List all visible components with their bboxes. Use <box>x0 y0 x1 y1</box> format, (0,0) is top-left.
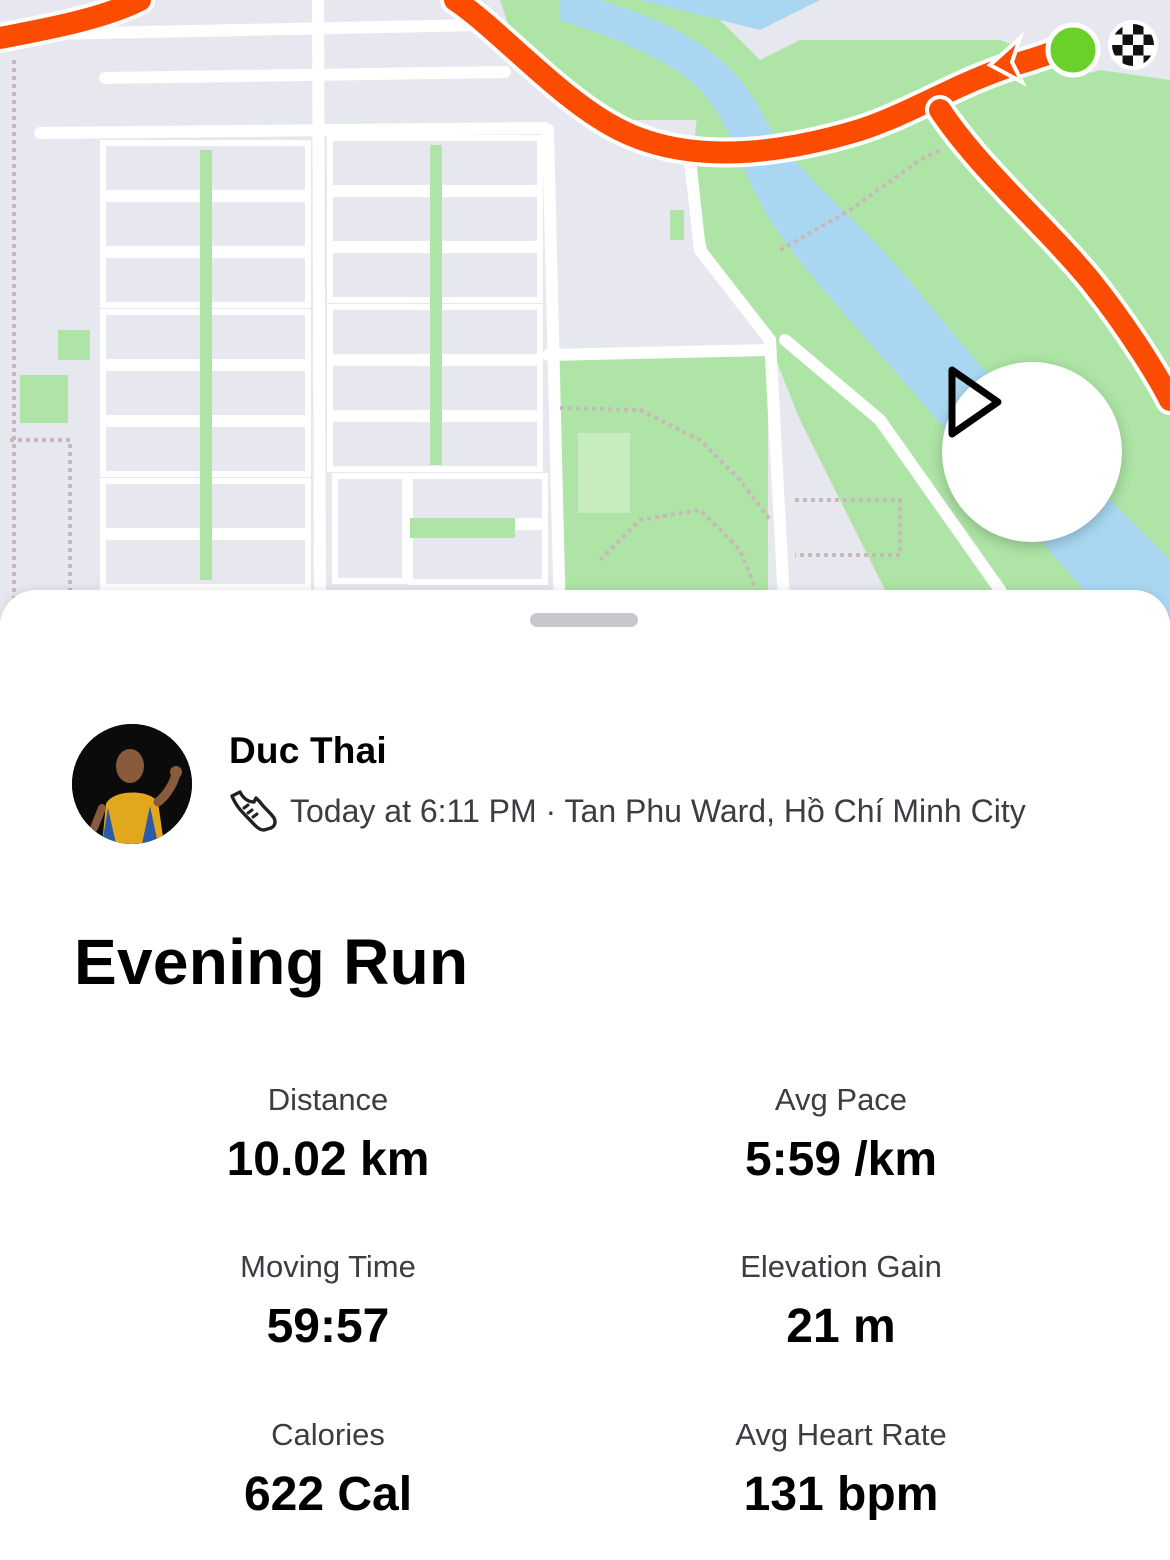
activity-meta-text: Today at 6:11 PM · Tan Phu Ward, Hồ Chí … <box>290 792 1026 829</box>
stat-value: 5:59 /km <box>744 1133 938 1186</box>
activity-title: Evening Run <box>74 926 469 998</box>
stat-label: Elevation Gain <box>740 1249 942 1284</box>
stat-label: Moving Time <box>240 1249 416 1284</box>
stat-label: Distance <box>267 1082 389 1117</box>
stat-value: 21 m <box>786 1300 896 1353</box>
route-map[interactable] <box>0 0 1170 620</box>
play-icon <box>948 366 1002 438</box>
stat-label: Calories <box>271 1417 385 1452</box>
stat-label: Avg Pace <box>774 1082 908 1117</box>
avatar[interactable] <box>72 724 192 844</box>
stat-elevation-gain: Elevation Gain 21 m <box>601 1247 1081 1355</box>
athlete-name[interactable]: Duc Thai <box>229 730 387 772</box>
replay-button[interactable] <box>942 362 1122 542</box>
stat-value: 131 bpm <box>743 1468 939 1521</box>
running-shoe-icon <box>230 790 277 832</box>
stat-avg-pace: Avg Pace 5:59 /km <box>601 1080 1081 1188</box>
stat-calories: Calories 622 Cal <box>88 1415 568 1523</box>
stat-avg-heart-rate: Avg Heart Rate 131 bpm <box>601 1415 1081 1523</box>
activity-sheet: Duc Thai Today at 6:11 PM · Tan Phu Ward… <box>0 590 1170 1560</box>
stat-label: Avg Heart Rate <box>735 1417 947 1452</box>
stat-distance: Distance 10.02 km <box>88 1080 568 1188</box>
activity-meta: Today at 6:11 PM · Tan Phu Ward, Hồ Chí … <box>226 788 1026 834</box>
stat-value: 622 Cal <box>243 1468 413 1521</box>
stat-moving-time: Moving Time 59:57 <box>88 1247 568 1355</box>
sheet-grabber[interactable] <box>530 613 638 627</box>
athlete-photo <box>72 724 192 844</box>
stat-value: 59:57 <box>266 1300 390 1353</box>
stat-value: 10.02 km <box>226 1133 430 1186</box>
